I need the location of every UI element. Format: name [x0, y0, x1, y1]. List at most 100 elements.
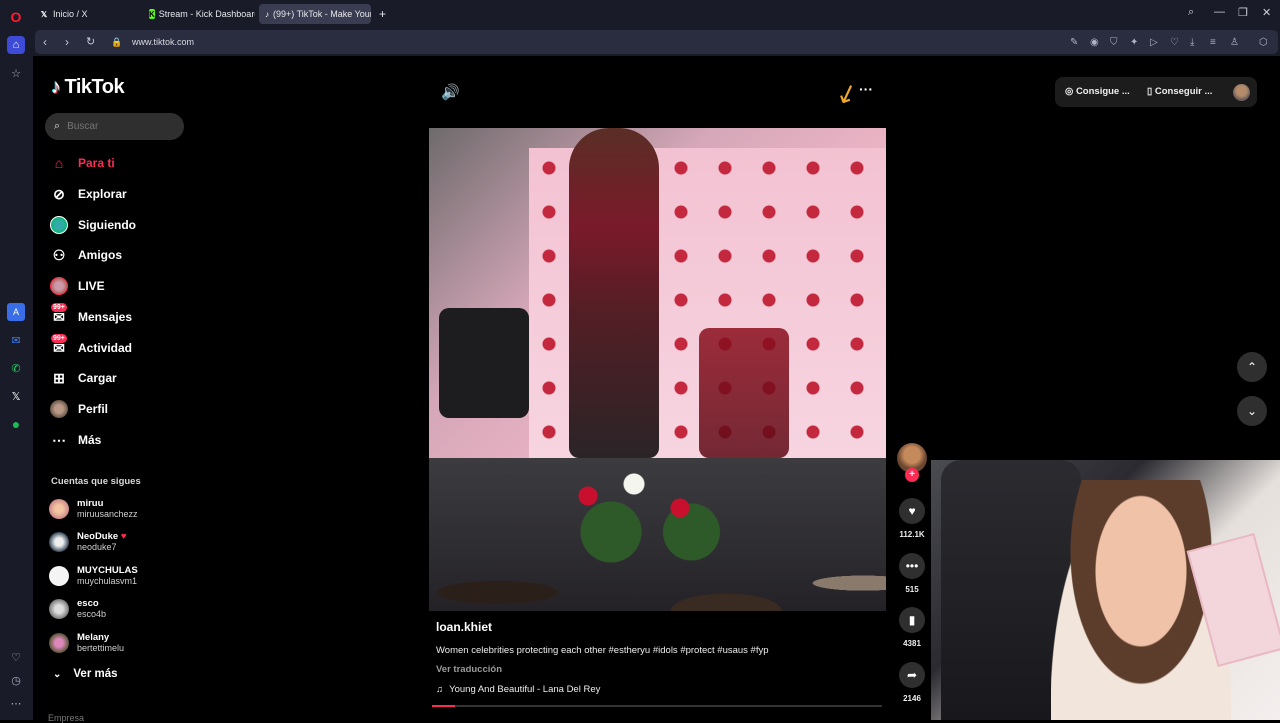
live-avatar-icon	[49, 276, 69, 296]
opera-logo-icon[interactable]: O	[7, 8, 25, 26]
tiktok-favicon-icon: ♪	[265, 9, 269, 19]
search-input[interactable]	[67, 121, 163, 132]
spotify-icon[interactable]: ●	[7, 415, 25, 433]
upload-icon: ⊞	[53, 369, 65, 386]
home-icon: ⌂	[54, 155, 64, 171]
follow-plus-icon[interactable]: +	[905, 468, 919, 482]
avatar	[49, 532, 69, 552]
streamer-webcam	[931, 460, 1280, 720]
nav-amigos[interactable]: ⚇ Amigos	[49, 244, 122, 266]
menu-icon[interactable]: ≡	[1210, 37, 1216, 48]
nav-mas[interactable]: ⋯ Más	[49, 429, 101, 451]
previous-video-button[interactable]: ⌃	[1237, 352, 1267, 382]
history-icon[interactable]: ◷	[7, 671, 25, 689]
volume-icon[interactable]: 🔊	[441, 83, 460, 101]
camera-icon[interactable]: ◉	[1090, 37, 1099, 48]
messages-badge: 99+	[51, 303, 67, 312]
opera-sidebar: O ⌂ ☆ A ✉ ✆ 𝕏 ● ♡ ◷ ⋯	[0, 0, 33, 720]
forward-icon[interactable]: ›	[65, 35, 69, 49]
video-progress-fill	[432, 705, 455, 707]
favorites-icon[interactable]: ♡	[1170, 37, 1179, 48]
nav-siguiendo[interactable]: Siguiendo	[49, 214, 136, 236]
music-link[interactable]: ♫ Young And Beautiful - Lana Del Rey	[436, 684, 600, 695]
following-account[interactable]: miruu miruusanchezz	[49, 498, 138, 520]
account-icon[interactable]: ♙	[1230, 37, 1239, 48]
reload-icon[interactable]: ↻	[86, 35, 95, 48]
coin-icon: ◎	[1065, 86, 1074, 97]
music-note-icon: ♫	[436, 684, 444, 695]
nav-live[interactable]: LIVE	[49, 275, 105, 297]
video-description: Women celebrities protecting each other …	[436, 645, 769, 656]
avatar	[49, 599, 69, 619]
nav-actividad[interactable]: ✉ 99+ Actividad	[49, 334, 132, 359]
like-button[interactable]: ♥ 112.1K	[897, 498, 927, 539]
get-coins-button[interactable]: ◎ Consigue ...	[1065, 86, 1130, 97]
tab-tiktok[interactable]: ♪ (99+) TikTok - Make Your D	[259, 4, 371, 24]
save-button[interactable]: ▮ 4381	[897, 607, 927, 648]
tab-x[interactable]: 𝕏 Inicio / X	[33, 4, 141, 24]
tiktok-logo[interactable]: ♪ TikTok	[51, 76, 125, 99]
tab-kick[interactable]: K Stream - Kick Dashboard	[143, 4, 255, 24]
following-account[interactable]: esco esco4b	[49, 598, 106, 620]
x-twitter-icon[interactable]: 𝕏	[7, 387, 25, 405]
avatar	[49, 499, 69, 519]
home-icon[interactable]: ⌂	[7, 36, 25, 54]
nav-cargar[interactable]: ⊞ Cargar	[49, 367, 117, 389]
comment-button[interactable]: ••• 515	[897, 553, 927, 594]
search-tabs-icon[interactable]: ⌕	[1188, 6, 1194, 19]
minimize-icon[interactable]: —	[1214, 6, 1225, 18]
footer-link[interactable]: Empresa	[48, 713, 84, 723]
following-account[interactable]: NeoDuke ♥ neoduke7	[49, 531, 126, 553]
tiktok-note-icon: ♪	[51, 76, 61, 98]
kick-favicon-icon: K	[149, 9, 155, 19]
video-progress-bar[interactable]	[432, 705, 882, 707]
aria-icon[interactable]: A	[7, 303, 25, 321]
heart-icon[interactable]: ♡	[7, 648, 25, 666]
pinboard-icon[interactable]: ☆	[7, 64, 25, 82]
close-window-icon[interactable]: ✕	[1262, 6, 1271, 19]
save-count: 4381	[903, 639, 921, 648]
translate-link[interactable]: Ver traducción	[436, 664, 502, 675]
maximize-icon[interactable]: ❐	[1238, 6, 1248, 19]
messages-icon: ✉ 99+	[51, 303, 67, 325]
user-avatar[interactable]	[1233, 84, 1250, 101]
search-icon: ⌕	[54, 120, 61, 132]
following-account[interactable]: MUYCHULAS muychulasvm1	[49, 565, 138, 587]
more-options-icon[interactable]: ···	[859, 81, 873, 97]
new-tab-button[interactable]: +	[373, 4, 393, 24]
search-box[interactable]: ⌕	[45, 113, 184, 140]
messenger-icon[interactable]: ✉	[7, 331, 25, 349]
share-button[interactable]: ➦ 2146	[897, 662, 927, 703]
whatsapp-icon[interactable]: ✆	[7, 359, 25, 377]
nav-perfil[interactable]: Perfil	[49, 398, 108, 420]
nav-mensajes[interactable]: ✉ 99+ Mensajes	[49, 303, 132, 328]
activity-icon: ✉ 99+	[51, 334, 67, 356]
x-favicon-icon: 𝕏	[40, 9, 48, 19]
chevron-down-icon: ⌄	[53, 668, 62, 680]
chevron-down-icon: ⌄	[1246, 404, 1258, 418]
video-author[interactable]: loan.khiet	[436, 620, 492, 634]
bookmark-icon: ▮	[899, 607, 925, 633]
settings-icon[interactable]: ⬡	[1259, 37, 1268, 48]
download-icon[interactable]: ⤓	[1190, 37, 1194, 48]
lock-icon: 🔒	[111, 37, 123, 47]
play-icon[interactable]: ▷	[1150, 37, 1158, 48]
extension-icon[interactable]: ✦	[1130, 37, 1138, 48]
next-video-button[interactable]: ⌄	[1237, 396, 1267, 426]
url-field[interactable]: www.tiktok.com	[132, 37, 194, 47]
following-account[interactable]: Melany bertettimelu	[49, 632, 124, 654]
heart-badge-icon: ♥	[120, 531, 127, 542]
back-icon[interactable]: ‹	[43, 35, 47, 49]
avatar	[49, 566, 69, 586]
edit-icon[interactable]: ✎	[1070, 37, 1078, 48]
like-count: 112.1K	[899, 530, 925, 539]
get-app-button[interactable]: ▯ Conseguir ...	[1147, 86, 1212, 97]
share-icon: ➦	[899, 662, 925, 688]
shield-icon[interactable]: ⛉	[1110, 37, 1118, 48]
more-dots-icon[interactable]: ⋯	[7, 694, 25, 712]
tab-bar: 𝕏 Inicio / X K Stream - Kick Dashboard ♪…	[33, 0, 1280, 28]
nav-explorar[interactable]: ⊘ Explorar	[49, 183, 127, 205]
see-more-button[interactable]: ⌄ Ver más	[53, 668, 118, 680]
nav-para-ti[interactable]: ⌂ Para ti	[49, 152, 115, 174]
video-player[interactable]	[429, 128, 886, 611]
